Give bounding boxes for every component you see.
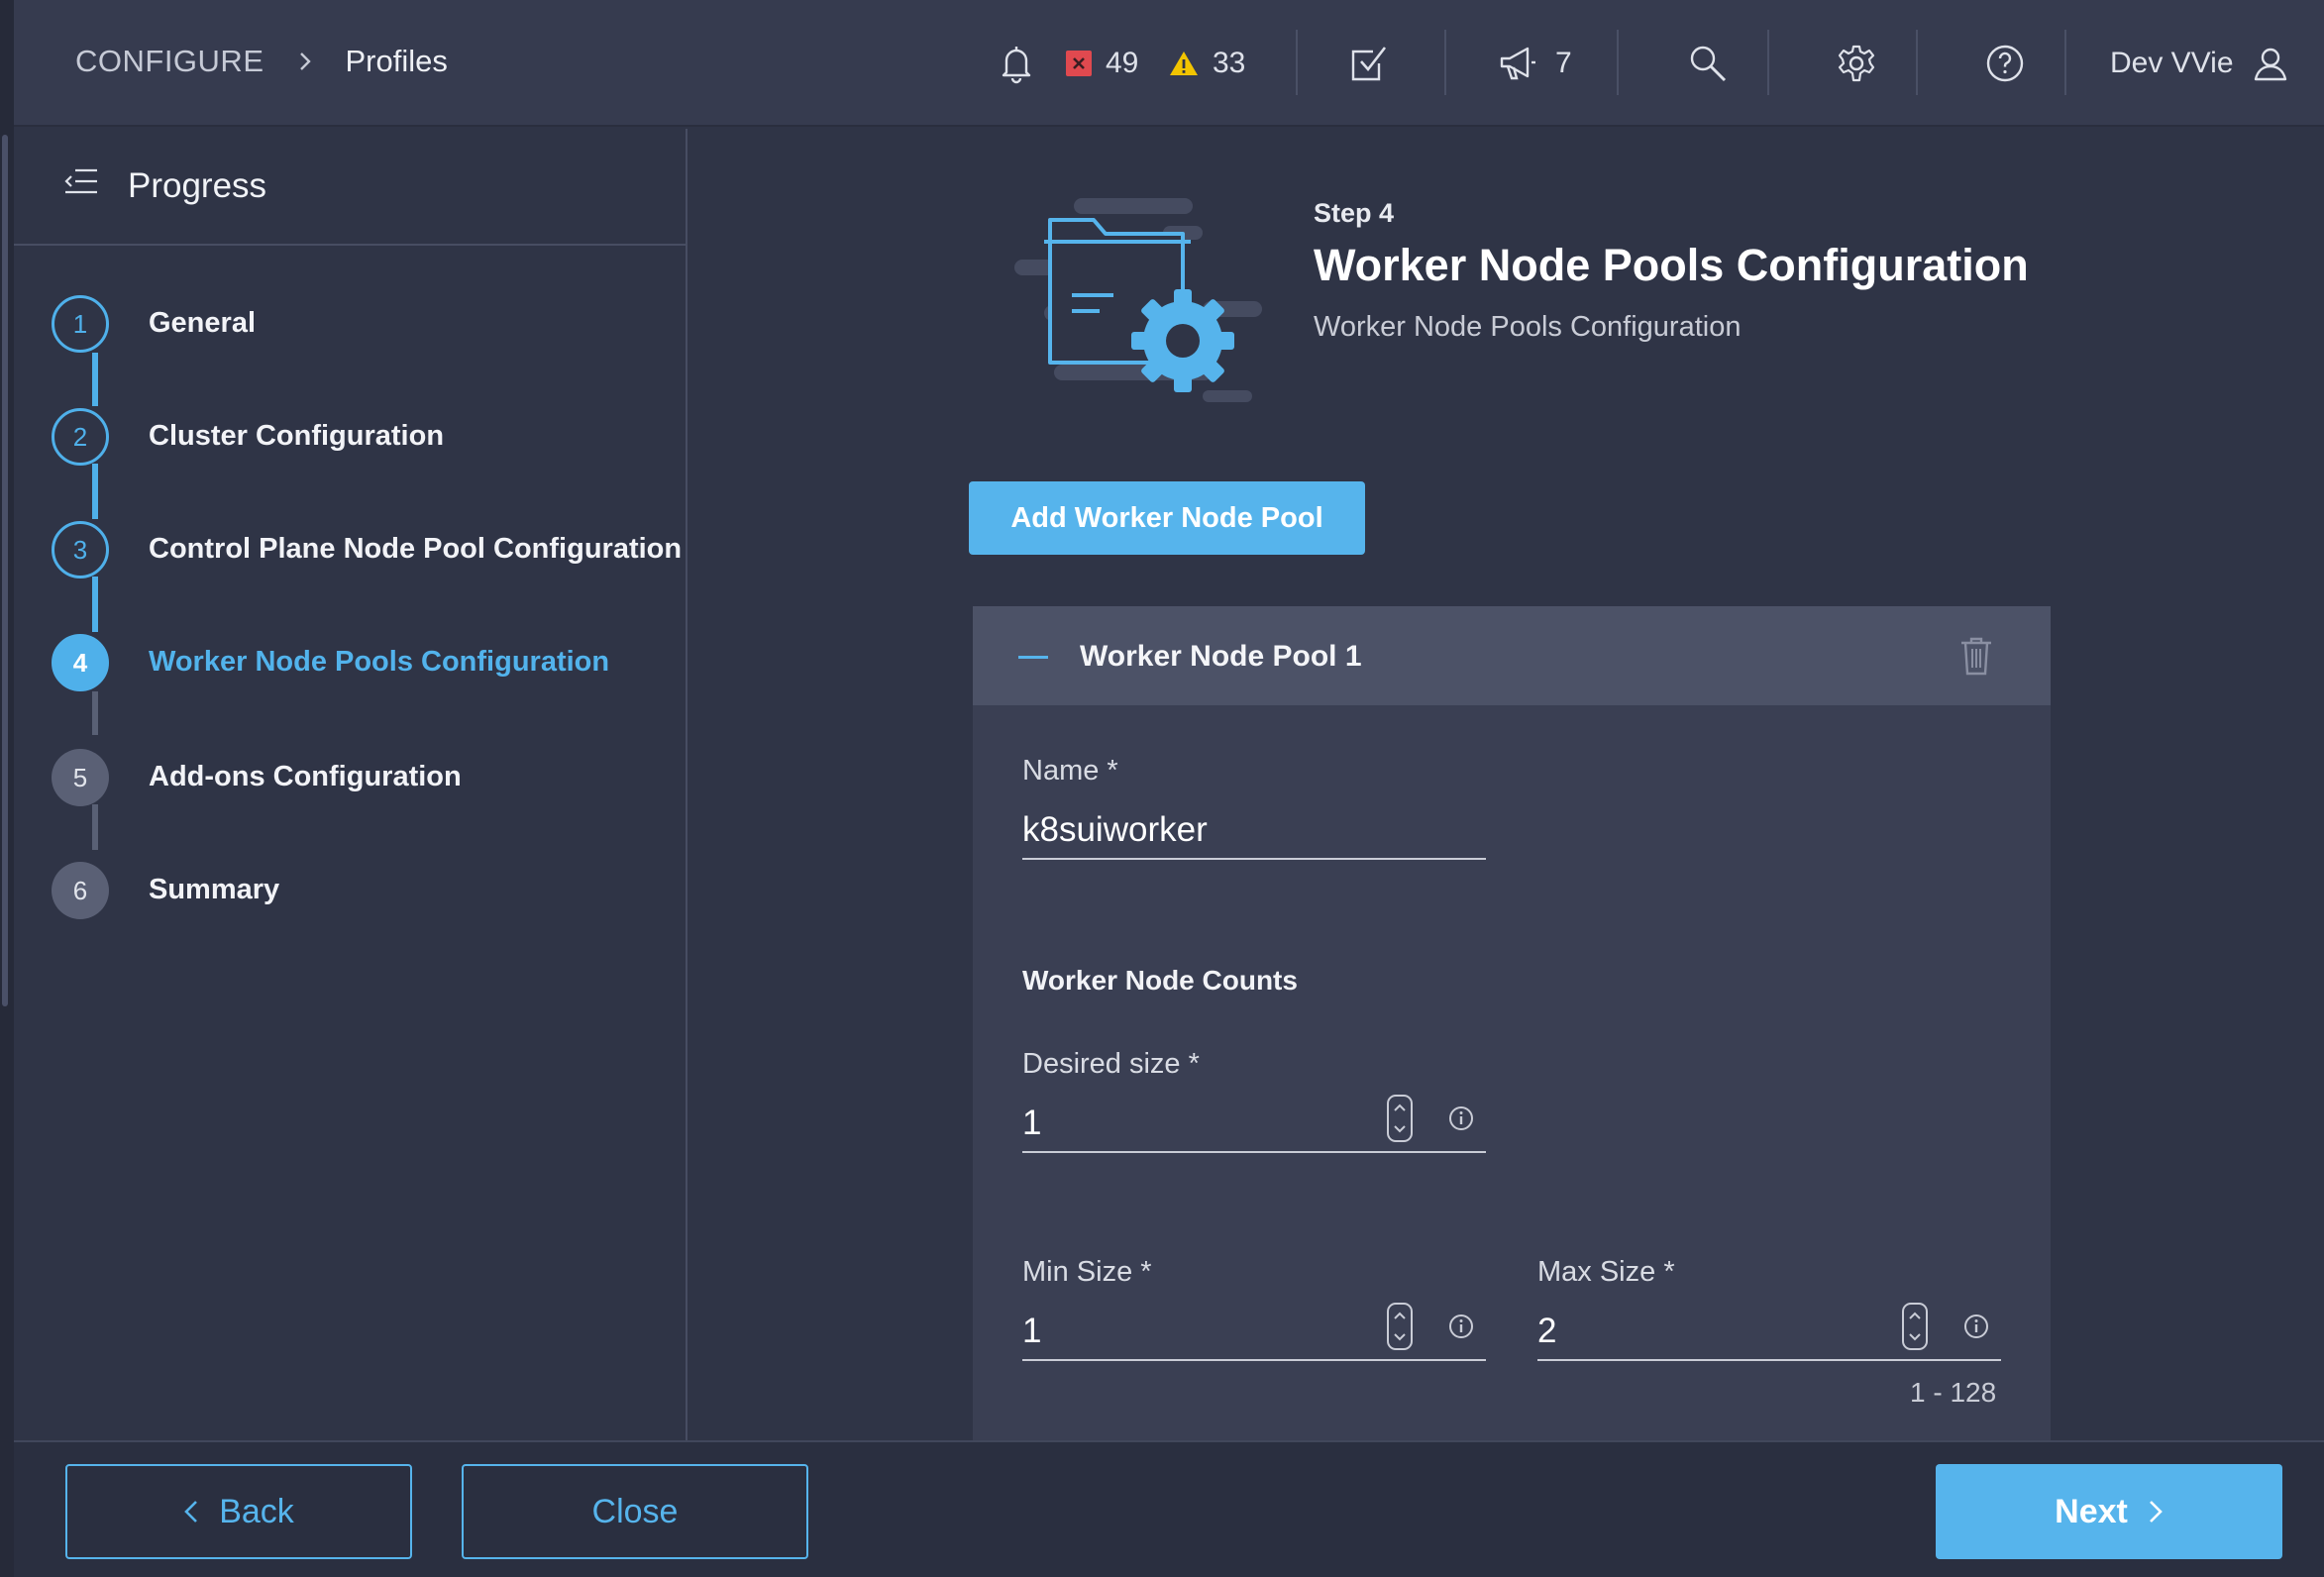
chevron-right-icon xyxy=(2148,1499,2164,1524)
next-button[interactable]: Next xyxy=(1936,1464,2282,1559)
user-name: Dev VVie xyxy=(2110,47,2234,79)
max-size-range-hint: 1 - 128 xyxy=(1910,1377,1997,1408)
max-size-stepper[interactable] xyxy=(1902,1303,1928,1350)
trash-icon[interactable] xyxy=(1959,636,1993,681)
progress-panel: Progress 1 General 2 Cluster Configurati… xyxy=(14,129,687,1440)
top-bar: CONFIGURE Profiles 49 33 7 Dev VVie xyxy=(14,0,2324,127)
desired-size-label: Desired size * xyxy=(1022,1048,1200,1080)
step-label: Summary xyxy=(149,874,280,905)
divider xyxy=(1444,30,1446,95)
step-connector xyxy=(92,691,98,735)
breadcrumb-current: Profiles xyxy=(345,44,448,78)
step-number: 5 xyxy=(52,749,109,806)
help-icon[interactable] xyxy=(1985,0,2025,127)
breadcrumb: CONFIGURE Profiles xyxy=(75,44,448,79)
progress-step-cluster-configuration[interactable]: 2 Cluster Configuration xyxy=(52,408,686,468)
desired-size-value: 1 xyxy=(1022,1104,1042,1142)
wizard-footer: Back Close Next xyxy=(14,1440,2324,1577)
gear-icon[interactable] xyxy=(1837,0,1876,127)
step-label: Worker Node Pools Configuration xyxy=(149,646,610,678)
scrollbar-thumb[interactable] xyxy=(2,135,8,1006)
step-number: 2 xyxy=(52,408,109,466)
page-subtitle: Worker Node Pools Configuration xyxy=(1314,311,1742,343)
progress-step-summary[interactable]: 6 Summary xyxy=(52,862,686,921)
announcements[interactable]: 7 xyxy=(1498,0,1572,127)
name-label: Name * xyxy=(1022,755,1118,787)
min-size-input[interactable]: 1 xyxy=(1022,1302,1486,1361)
critical-count: 49 xyxy=(1106,47,1139,79)
back-button[interactable]: Back xyxy=(65,1464,412,1559)
progress-title: Progress xyxy=(128,166,267,205)
next-label: Next xyxy=(2055,1492,2128,1530)
step-number: 4 xyxy=(52,634,109,691)
user-menu[interactable]: Dev VVie xyxy=(2110,0,2289,127)
info-icon[interactable] xyxy=(1448,1314,1474,1344)
page-title: Worker Node Pools Configuration xyxy=(1314,240,2029,290)
step-label: Cluster Configuration xyxy=(149,420,445,452)
warning-icon xyxy=(1169,51,1199,76)
divider xyxy=(2064,30,2066,95)
chevron-left-icon xyxy=(183,1499,199,1524)
step-label: Add-ons Configuration xyxy=(149,761,462,792)
user-icon xyxy=(2252,45,2289,82)
step-connector xyxy=(92,464,98,519)
min-size-stepper[interactable] xyxy=(1387,1303,1413,1350)
collapse-panel-icon[interactable] xyxy=(63,166,99,201)
window-edge xyxy=(0,0,14,1577)
search-icon[interactable] xyxy=(1688,0,1728,127)
bell-icon[interactable] xyxy=(997,0,1036,127)
progress-step-worker-node-pools[interactable]: 4 Worker Node Pools Configuration xyxy=(52,634,686,693)
step-connector xyxy=(92,353,98,406)
critical-alarm-icon xyxy=(1066,51,1092,76)
step-label: Control Plane Node Pool Configuration xyxy=(149,533,683,565)
worker-node-counts-title: Worker Node Counts xyxy=(1022,965,1298,996)
close-button[interactable]: Close xyxy=(462,1464,808,1559)
step-connector xyxy=(92,804,98,850)
collapse-minus-icon[interactable] xyxy=(1018,656,1048,659)
critical-alarms[interactable]: 49 xyxy=(1066,0,1138,127)
progress-header: Progress xyxy=(14,129,687,246)
divider xyxy=(1916,30,1918,95)
add-worker-node-pool-button[interactable]: Add Worker Node Pool xyxy=(969,481,1365,555)
step-number: 1 xyxy=(52,295,109,353)
divider xyxy=(1617,30,1619,95)
tasks-checkbox-icon[interactable] xyxy=(1349,0,1389,127)
desired-size-stepper[interactable] xyxy=(1387,1095,1413,1142)
progress-step-add-ons[interactable]: 5 Add-ons Configuration xyxy=(52,749,686,808)
max-size-input[interactable]: 2 xyxy=(1537,1302,2001,1361)
progress-step-control-plane[interactable]: 3 Control Plane Node Pool Configuration xyxy=(52,521,686,580)
divider xyxy=(1296,30,1298,95)
max-size-value: 2 xyxy=(1537,1312,1557,1350)
min-size-value: 1 xyxy=(1022,1312,1042,1350)
info-icon[interactable] xyxy=(1963,1314,1989,1344)
announcements-count: 7 xyxy=(1555,47,1572,79)
warning-alarms[interactable]: 33 xyxy=(1169,0,1245,127)
max-size-label: Max Size * xyxy=(1537,1256,1675,1288)
folder-gear-illustration xyxy=(1014,196,1272,409)
megaphone-icon xyxy=(1498,45,1537,82)
step-number: 3 xyxy=(52,521,109,578)
close-label: Close xyxy=(591,1492,679,1530)
name-input[interactable]: k8suiworker xyxy=(1022,800,1486,860)
worker-node-pool-title: Worker Node Pool 1 xyxy=(1080,640,1362,673)
step-connector xyxy=(92,577,98,632)
breadcrumb-root-link[interactable]: CONFIGURE xyxy=(75,44,264,79)
warning-count: 33 xyxy=(1213,47,1246,79)
step-label: General xyxy=(149,307,256,339)
step-kicker: Step 4 xyxy=(1314,198,1395,228)
back-label: Back xyxy=(219,1492,294,1530)
progress-step-general[interactable]: 1 General xyxy=(52,295,686,355)
info-icon[interactable] xyxy=(1448,1105,1474,1136)
step-number: 6 xyxy=(52,862,109,919)
desired-size-input[interactable]: 1 xyxy=(1022,1094,1486,1153)
chevron-right-icon xyxy=(294,51,316,72)
name-value: k8suiworker xyxy=(1022,810,1208,849)
divider xyxy=(1767,30,1769,95)
worker-node-pool-header: Worker Node Pool 1 xyxy=(973,606,2051,705)
min-size-label: Min Size * xyxy=(1022,1256,1152,1288)
